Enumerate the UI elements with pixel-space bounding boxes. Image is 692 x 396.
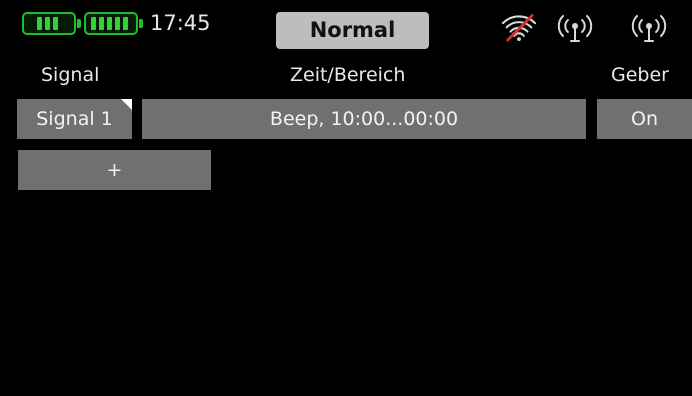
column-header-time-range: Zeit/Bereich: [290, 64, 406, 86]
add-signal-button[interactable]: +: [18, 150, 211, 190]
signal-select-button[interactable]: Signal 1: [17, 99, 132, 139]
display-screen: 17:45 Normal Signal Zeit/Bereich Geber S…: [0, 0, 692, 396]
column-header-signal: Signal: [41, 64, 100, 86]
column-header-control: Geber: [611, 64, 669, 86]
receiver-battery-icon: [22, 12, 81, 35]
control-switch-button[interactable]: On: [597, 99, 692, 139]
flight-phase-button[interactable]: Normal: [276, 12, 429, 49]
antenna-signal-icon[interactable]: [553, 10, 597, 44]
wifi-disabled-icon[interactable]: [497, 8, 541, 42]
antenna-signal-icon[interactable]: [627, 10, 671, 44]
time-range-button[interactable]: Beep, 10:00...00:00: [142, 99, 586, 139]
clock-time: 17:45: [150, 11, 211, 35]
transmitter-battery-icon: [84, 12, 143, 35]
